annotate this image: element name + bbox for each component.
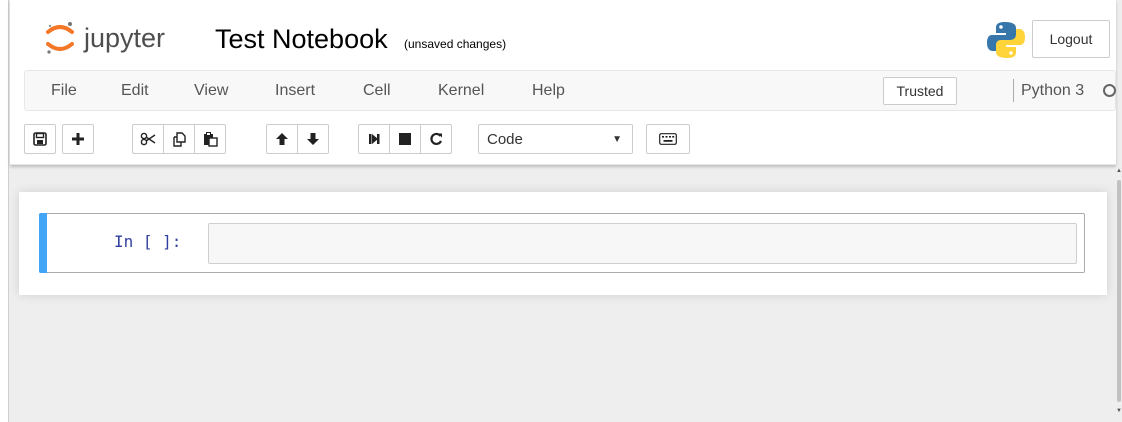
cell-type-select[interactable]: Code ▼	[478, 124, 633, 154]
kernel-idle-icon	[1103, 84, 1116, 97]
code-input[interactable]	[208, 223, 1077, 264]
kernel-separator	[1013, 79, 1014, 102]
save-button[interactable]	[24, 124, 56, 154]
keyboard-icon	[659, 133, 677, 145]
jupyter-logo[interactable]: jupyter	[44, 18, 204, 58]
menu-help[interactable]: Help	[532, 82, 565, 100]
cut-icon	[140, 132, 156, 146]
restart-button[interactable]	[420, 124, 452, 154]
interrupt-button[interactable]	[389, 124, 421, 154]
dropdown-caret-icon: ▼	[612, 134, 622, 145]
copy-icon	[172, 131, 186, 147]
scrollbar-thumb[interactable]	[1117, 180, 1121, 402]
logout-button[interactable]: Logout	[1032, 20, 1110, 58]
jupyter-logo-icon: jupyter	[46, 22, 165, 54]
stop-icon	[399, 133, 411, 145]
menu-file[interactable]: File	[51, 82, 77, 100]
menu-edit[interactable]: Edit	[121, 82, 149, 100]
move-down-button[interactable]	[297, 124, 329, 154]
command-palette-button[interactable]	[646, 124, 690, 154]
save-status: (unsaved changes)	[404, 37, 507, 51]
scroll-down-icon[interactable]: ▼	[1116, 408, 1122, 414]
scroll-up-icon[interactable]: ▲	[1116, 168, 1122, 174]
selected-cell-indicator	[39, 213, 47, 273]
menu-kernel[interactable]: Kernel	[438, 82, 484, 100]
save-icon	[33, 132, 47, 146]
run-button[interactable]	[358, 124, 390, 154]
menu-insert[interactable]: Insert	[275, 82, 315, 100]
logo-text: jupyter	[83, 23, 165, 53]
cut-button[interactable]	[132, 124, 164, 154]
plus-icon	[72, 133, 84, 145]
kernel-name[interactable]: Python 3	[1021, 82, 1084, 100]
copy-button[interactable]	[163, 124, 195, 154]
notebook-container: In [ ]:	[19, 192, 1107, 295]
run-step-icon	[369, 134, 380, 144]
notebook-header: jupyter Test Notebook (unsaved changes) …	[10, 0, 1116, 165]
move-up-button[interactable]	[266, 124, 298, 154]
menu-view[interactable]: View	[194, 82, 228, 100]
arrow-down-icon	[307, 133, 319, 145]
cell-type-value: Code	[487, 131, 523, 148]
restart-icon	[430, 132, 443, 146]
menubar: File Edit View Insert Cell Kernel Help T…	[24, 70, 1116, 111]
paste-button[interactable]	[194, 124, 226, 154]
toolbar: Code ▼	[24, 122, 1116, 158]
paste-icon	[203, 131, 218, 147]
arrow-up-icon	[276, 133, 288, 145]
insert-cell-button[interactable]	[62, 124, 94, 154]
python-logo-icon	[986, 20, 1026, 60]
notebook-title[interactable]: Test Notebook	[215, 24, 388, 55]
menu-cell[interactable]: Cell	[363, 82, 391, 100]
trusted-button[interactable]: Trusted	[883, 77, 957, 105]
code-cell[interactable]: In [ ]:	[39, 213, 1085, 273]
input-prompt: In [ ]:	[114, 232, 182, 251]
left-edge	[0, 0, 9, 422]
